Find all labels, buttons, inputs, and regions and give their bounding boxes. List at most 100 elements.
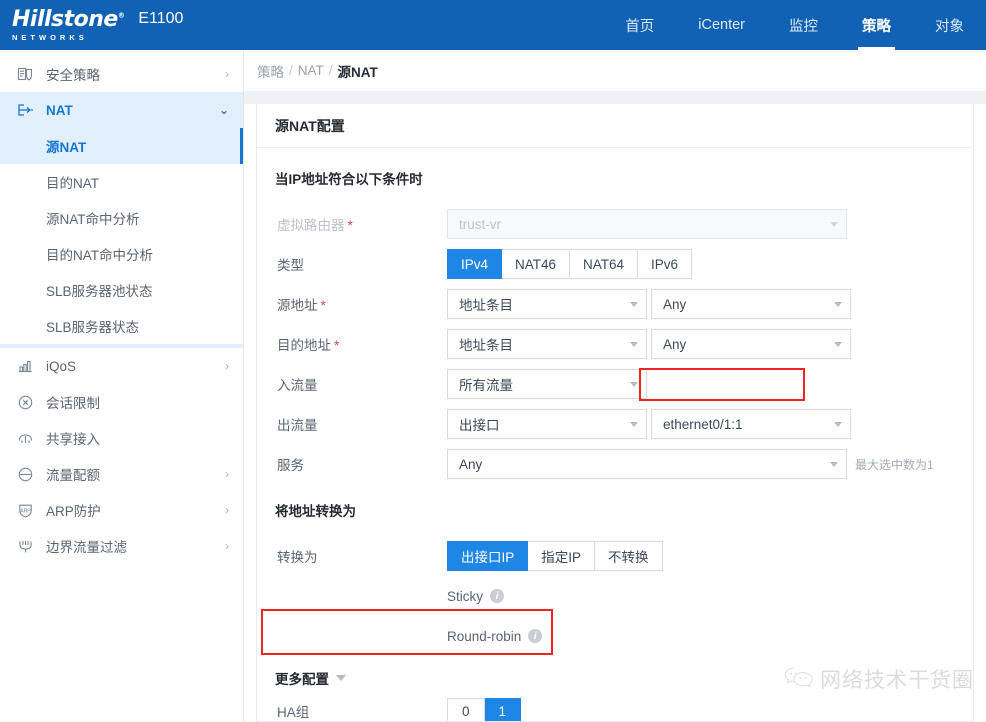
translate-option-egress-ip[interactable]: 出接口IP [447, 541, 529, 571]
svg-text:ARP: ARP [20, 508, 31, 514]
main-content: 策略 / NAT / 源NAT 源NAT配置 当IP地址符合以下条件时 虚拟路由… [244, 50, 986, 722]
bar-chart-icon [14, 355, 36, 377]
sidebar-label-traffic-quota: 流量配额 [46, 468, 100, 483]
form-row-service: 服务 Any 最大选中数为1 [275, 444, 955, 484]
more-config-toggle[interactable]: 更多配置 [275, 668, 955, 688]
hillstone-logo[interactable]: Hillstone® NETWORKS [12, 6, 125, 42]
sidebar-item-destination-nat-hit-analysis[interactable]: 目的NAT命中分析 [0, 236, 243, 272]
sidebar-item-security-policy[interactable]: 安全策略 › [0, 56, 243, 92]
top-header-bar: Hillstone® NETWORKS E1100 首页 iCenter 监控 … [0, 0, 986, 50]
sidebar-item-arp-defense[interactable]: ARP ARP防护 › [0, 492, 243, 528]
required-marker-vrouter: * [347, 218, 353, 233]
ha-group-option-0[interactable]: 0 [447, 697, 485, 721]
sidebar-item-slb-server-status[interactable]: SLB服务器状态 [0, 308, 243, 344]
type-option-nat46[interactable]: NAT46 [502, 249, 571, 279]
brand-area[interactable]: Hillstone® NETWORKS E1100 [0, 6, 183, 42]
sidebar-item-source-nat[interactable]: 源NAT [0, 128, 243, 164]
sidebar-item-destination-nat[interactable]: 目的NAT [0, 164, 243, 200]
sidebar-label-security-policy: 安全策略 [46, 68, 100, 83]
required-marker-destination-address: * [334, 338, 340, 353]
form-row-ingress-traffic: 入流量 所有流量 [275, 364, 955, 404]
source-address-value: Any [663, 296, 687, 312]
source-address-type-select[interactable]: 地址条目 [447, 289, 647, 319]
top-navigation: 首页 iCenter 监控 策略 对象 [603, 0, 986, 50]
info-icon-round-robin[interactable]: i [528, 629, 543, 643]
label-destination-address-text: 目的地址 [277, 338, 331, 353]
card-title: 源NAT配置 [257, 104, 973, 148]
sidebar-item-share-access[interactable]: 共享接入 [0, 420, 243, 456]
content-gray-strip [244, 92, 986, 104]
chevron-down-icon-src-type [630, 301, 638, 307]
control-ha-group: 0 1 [447, 697, 522, 721]
share-access-icon [14, 427, 36, 449]
control-translate-to: 出接口IP 指定IP 不转换 [447, 541, 663, 571]
left-sidebar: 安全策略 › NAT ⌄ 源NAT 目的NAT 源NAT命中分析 目的NAT命中… [0, 50, 244, 722]
nav-item-policy[interactable]: 策略 [840, 0, 913, 50]
ha-group-option-1[interactable]: 1 [484, 697, 522, 721]
breadcrumb-item-nat[interactable]: NAT [298, 63, 324, 78]
label-source-address-text: 源地址 [277, 298, 318, 313]
nav-item-icenter[interactable]: iCenter [676, 0, 767, 50]
brand-name-text: Hillstone® [12, 6, 125, 32]
chevron-down-icon: ⌄ [218, 103, 229, 117]
vrouter-select-value: trust-vr [459, 216, 501, 232]
sidebar-item-source-nat-hit-analysis[interactable]: 源NAT命中分析 [0, 200, 243, 236]
form-row-round-robin: Round-robin i [275, 616, 955, 656]
nat-arrow-icon [14, 99, 36, 121]
form-row-translate-to: 转换为 出接口IP 指定IP 不转换 [275, 536, 955, 576]
label-ha-group: HA组 [277, 705, 310, 720]
egress-interface-select[interactable]: ethernet0/1:1 [651, 409, 851, 439]
type-option-nat64[interactable]: NAT64 [570, 249, 639, 279]
ingress-traffic-select[interactable]: 所有流量 [447, 369, 647, 399]
form-row-egress-traffic: 出流量 出接口 ethernet0/1:1 [275, 404, 955, 444]
egress-traffic-type-select[interactable]: 出接口 [447, 409, 647, 439]
destination-address-value-select[interactable]: Any [651, 329, 851, 359]
nav-item-object[interactable]: 对象 [913, 0, 986, 50]
sidebar-nat-submenu: 源NAT 目的NAT 源NAT命中分析 目的NAT命中分析 SLB服务器池状态 … [0, 128, 243, 348]
breadcrumb-separator-2: / [328, 63, 333, 78]
trademark-symbol: ® [117, 11, 125, 20]
service-select[interactable]: Any [447, 449, 847, 479]
border-filter-icon [14, 535, 36, 557]
control-vrouter: trust-vr [447, 209, 847, 239]
vrouter-select[interactable]: trust-vr [447, 209, 847, 239]
sidebar-item-traffic-quota[interactable]: 流量配额 › [0, 456, 243, 492]
label-sticky-text: Sticky [447, 588, 484, 604]
nav-item-home[interactable]: 首页 [603, 0, 676, 50]
source-nat-config-card: 源NAT配置 当IP地址符合以下条件时 虚拟路由器 * trust-vr 类型 … [256, 104, 974, 722]
form-row-source-address: 源地址 * 地址条目 Any [275, 284, 955, 324]
sidebar-label-iqos: iQoS [46, 358, 77, 374]
type-option-ipv6[interactable]: IPv6 [638, 249, 693, 279]
breadcrumb-item-source-nat: 源NAT [337, 64, 378, 80]
sidebar-label-share-access: 共享接入 [46, 432, 100, 447]
breadcrumb-separator-1: / [289, 63, 293, 78]
sidebar-item-iqos[interactable]: iQoS › [0, 348, 243, 384]
translate-option-no-translate[interactable]: 不转换 [595, 541, 663, 571]
source-address-value-select[interactable]: Any [651, 289, 851, 319]
service-max-hint: 最大选中数为1 [855, 457, 934, 472]
info-icon-sticky[interactable]: i [490, 589, 505, 603]
chevron-right-icon: › [225, 67, 229, 81]
chevron-down-icon-egress-value [834, 421, 842, 427]
chevron-right-icon-iqos: › [225, 359, 229, 373]
sidebar-item-nat[interactable]: NAT ⌄ [0, 92, 243, 128]
breadcrumb-item-policy[interactable]: 策略 [257, 61, 284, 81]
control-ingress-traffic: 所有流量 [447, 369, 647, 399]
destination-address-type-value: 地址条目 [459, 338, 513, 353]
destination-address-type-select[interactable]: 地址条目 [447, 329, 647, 359]
label-round-robin: Round-robin i [447, 629, 543, 644]
translate-option-specified-ip[interactable]: 指定IP [528, 541, 596, 571]
nav-item-monitor[interactable]: 监控 [767, 0, 840, 50]
sidebar-label-nat: NAT [46, 102, 73, 118]
type-option-ipv4[interactable]: IPv4 [447, 249, 503, 279]
sidebar-item-session-limit[interactable]: 会话限制 [0, 384, 243, 420]
sidebar-label-arp-defense: ARP防护 [46, 504, 101, 519]
arp-shield-icon: ARP [14, 499, 36, 521]
breadcrumb: 策略 / NAT / 源NAT [244, 50, 986, 92]
brand-name-label: Hillstone [12, 6, 118, 32]
required-marker-source-address: * [320, 298, 326, 313]
service-value: Any [459, 456, 483, 472]
label-service: 服务 [277, 458, 304, 473]
sidebar-item-border-traffic-filter[interactable]: 边界流量过滤 › [0, 528, 243, 564]
sidebar-item-slb-server-pool-status[interactable]: SLB服务器池状态 [0, 272, 243, 308]
